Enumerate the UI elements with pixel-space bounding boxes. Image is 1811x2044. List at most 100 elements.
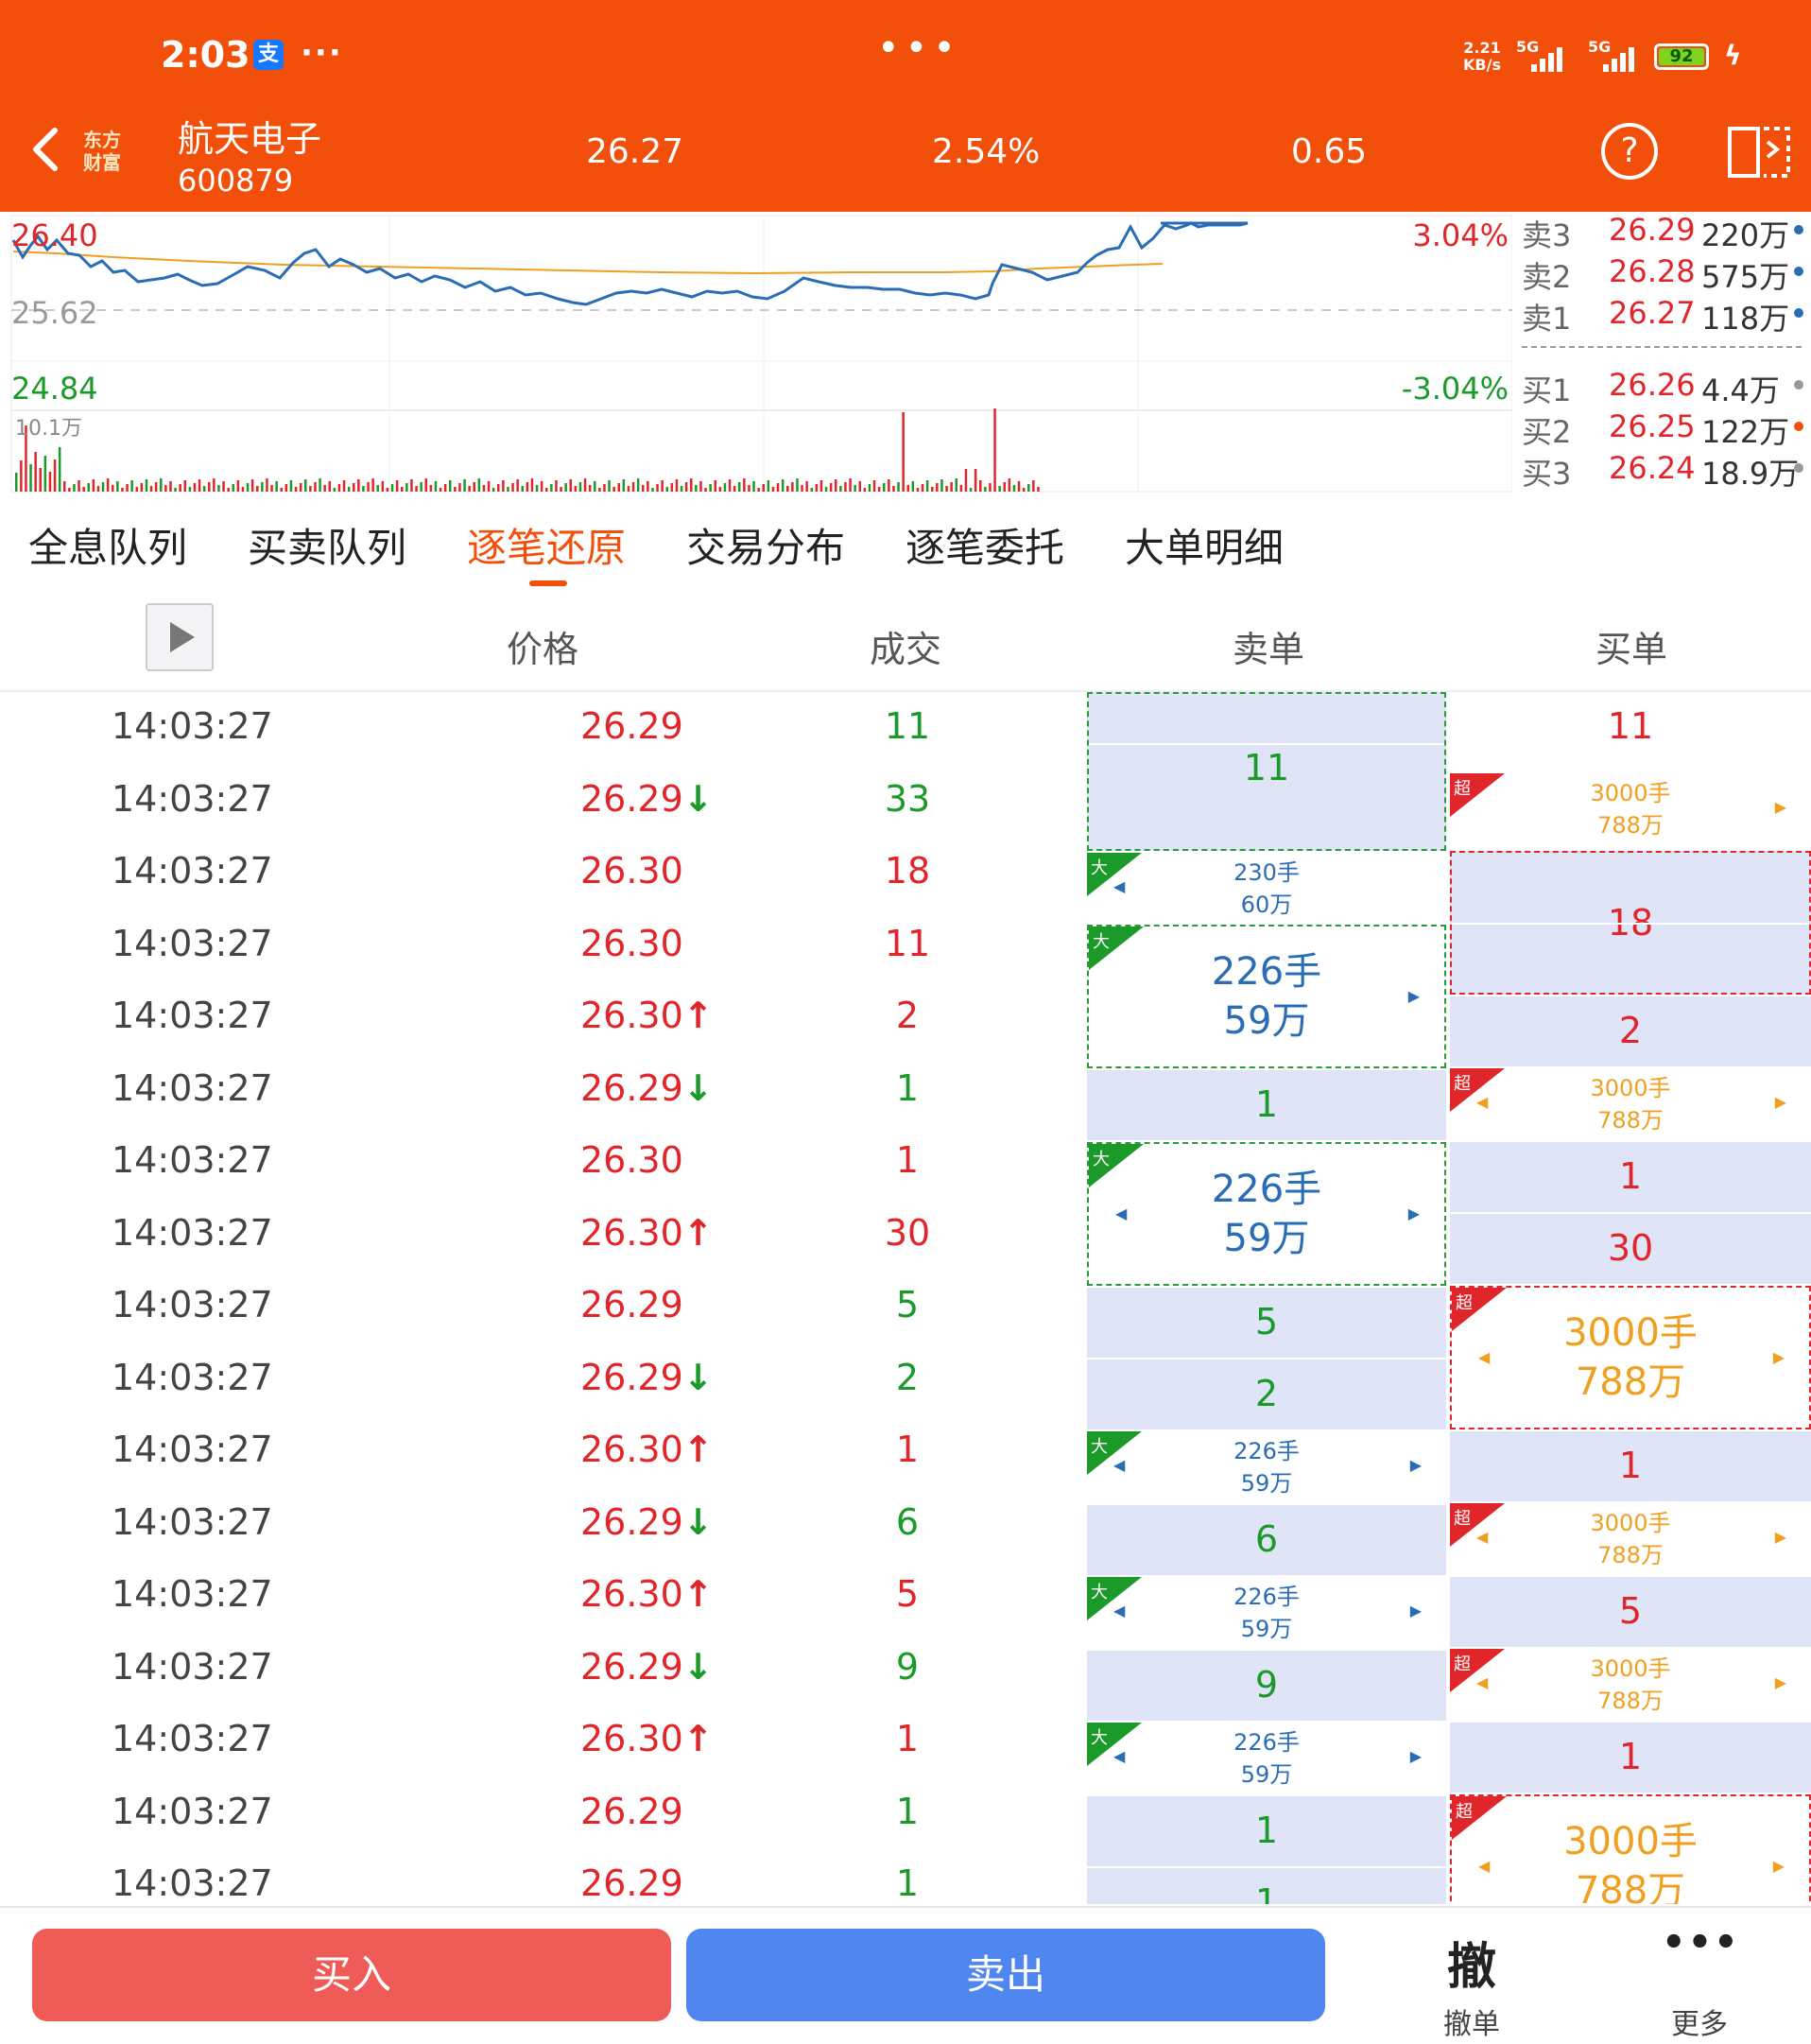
- buy-order[interactable]: 1: [1450, 1142, 1811, 1212]
- cancel-order-label[interactable]: 撤单: [1431, 2001, 1512, 2042]
- down-arrow-icon: ↓: [682, 1066, 714, 1109]
- table-row[interactable]: 14:03:27 26.29↓ 33: [0, 765, 1087, 837]
- buy-order[interactable]: 5: [1450, 1577, 1811, 1647]
- more-label[interactable]: 更多: [1662, 2001, 1737, 2042]
- help-icon[interactable]: ?: [1601, 123, 1658, 180]
- buy-super-order[interactable]: 超 ◀ ▶ 3000手 788万: [1450, 1649, 1811, 1721]
- col-price: 价格: [507, 629, 579, 670]
- buy-button[interactable]: 买入: [32, 1929, 671, 2021]
- buy-super-order[interactable]: 超 ▶ 3000手 788万: [1450, 773, 1811, 845]
- table-row[interactable]: 14:03:27 26.29↓ 9: [0, 1633, 1087, 1705]
- sell-big-order[interactable]: 大 ◀ ▶ 226手 59万: [1087, 1431, 1446, 1503]
- sell-order[interactable]: 1: [1087, 1796, 1446, 1866]
- volume-bar: [217, 485, 220, 492]
- table-row[interactable]: 14:03:27 26.29 11: [0, 692, 1087, 764]
- volume-bar: [940, 479, 943, 492]
- sell-big-order[interactable]: 大 ◀ 230手 60万: [1087, 853, 1446, 925]
- buy-order[interactable]: 1: [1450, 1431, 1811, 1501]
- volume-bar: [160, 478, 163, 492]
- sell-big-order[interactable]: 大 ◀ ▶ 226手 59万: [1087, 1142, 1446, 1286]
- cancel-order-icon[interactable]: 撤: [1439, 1927, 1505, 1998]
- sell-order[interactable]: 6: [1087, 1505, 1446, 1575]
- volume-bar: [169, 481, 172, 492]
- split-screen-icon[interactable]: [1726, 123, 1792, 182]
- buy-super-order[interactable]: 超 ◀ ▶ 3000手 788万: [1450, 1794, 1811, 1904]
- sell-order[interactable]: 1: [1087, 1070, 1446, 1140]
- volume-bar: [227, 488, 230, 492]
- sell-order[interactable]: 9: [1087, 1651, 1446, 1721]
- volume-bar: [998, 486, 1001, 492]
- table-row[interactable]: 14:03:27 26.30↑ 5: [0, 1560, 1087, 1632]
- volume-bar: [386, 488, 389, 492]
- sell-order[interactable]: 1: [1087, 1868, 1446, 1904]
- volume-bar: [921, 484, 924, 492]
- buy-super-order[interactable]: 超 ◀ ▶ 3000手 788万: [1450, 1068, 1811, 1140]
- sell-big-order[interactable]: 大 ◀ ▶ 226手 59万: [1087, 1723, 1446, 1794]
- sell-order[interactable]: 2: [1087, 1360, 1446, 1429]
- volume-bar: [888, 479, 890, 492]
- table-row[interactable]: 14:03:27 26.29↓ 1: [0, 1054, 1087, 1126]
- volume-bar: [617, 483, 620, 492]
- tick-list[interactable]: 14:03:27 26.29 11 14:03:27 26.29↓ 33 14:03:27 2…: [0, 692, 1811, 1904]
- sell-big-order[interactable]: 大 ◀ ▶ 226手 59万: [1087, 1577, 1446, 1649]
- intraday-chart[interactable]: 26.40 25.62 24.84 3.04% -3.04% 10.1万: [0, 212, 1512, 495]
- buy-order[interactable]: 2: [1450, 996, 1811, 1066]
- table-row[interactable]: 14:03:27 26.29↓ 6: [0, 1488, 1087, 1560]
- volume-bar: [101, 482, 105, 492]
- tab-trade-distribution[interactable]: 交易分布: [686, 516, 845, 574]
- tab-tick-restore[interactable]: 逐笔还原: [467, 516, 626, 574]
- more-icon[interactable]: •••: [1662, 1921, 1738, 1965]
- table-row[interactable]: 14:03:27 26.29 5: [0, 1271, 1087, 1342]
- volume-bar: [174, 488, 177, 492]
- trade-price: 26.30↑: [580, 1718, 714, 1759]
- table-row[interactable]: 14:03:27 26.30↑ 2: [0, 981, 1087, 1053]
- volume-bar: [96, 486, 100, 492]
- sell-order-block[interactable]: 11: [1087, 692, 1446, 851]
- volume-bar: [603, 484, 606, 492]
- eastmoney-logo: 东方 财富: [83, 129, 121, 174]
- buy-order[interactable]: 11: [1450, 692, 1811, 762]
- table-row[interactable]: 14:03:27 26.30↑ 30: [0, 1199, 1087, 1271]
- trade-price: 26.30↑: [580, 1573, 714, 1615]
- trade-time: 14:03:27: [112, 777, 273, 820]
- tab-bid-ask-queue[interactable]: 买卖队列: [248, 516, 406, 574]
- buy-super-order[interactable]: 超 ◀ ▶ 3000手 788万: [1450, 1503, 1811, 1575]
- sell-button[interactable]: 卖出: [686, 1929, 1325, 2021]
- table-row[interactable]: 14:03:27 26.29 1: [0, 1849, 1087, 1904]
- volume-bar: [106, 478, 110, 492]
- sell-order[interactable]: 5: [1087, 1288, 1446, 1358]
- buy-order-block[interactable]: 18: [1450, 851, 1811, 995]
- table-row[interactable]: 14:03:27 26.30↑ 1: [0, 1705, 1087, 1776]
- volume-bar: [796, 478, 799, 492]
- volume-bar: [328, 481, 331, 492]
- tab-big-orders[interactable]: 大单明细: [1125, 516, 1284, 574]
- order-book[interactable]: 卖3 26.29 220万 卖2 26.28 575万 卖1 26.27 118…: [1512, 212, 1811, 495]
- trade-time: 14:03:27: [112, 1862, 273, 1904]
- trade-price: 26.29: [580, 1284, 683, 1325]
- window-handle-icon[interactable]: •••: [877, 26, 961, 70]
- table-row[interactable]: 14:03:27 26.30 18: [0, 837, 1087, 909]
- stock-name[interactable]: 航天电子: [178, 110, 321, 162]
- volume-bar: [964, 469, 968, 492]
- table-row[interactable]: 14:03:27 26.29 1: [0, 1777, 1087, 1849]
- sell-big-order[interactable]: 大 ▶ 226手 59万: [1087, 925, 1446, 1068]
- play-button[interactable]: [146, 603, 214, 671]
- table-row[interactable]: 14:03:27 26.30 11: [0, 909, 1087, 981]
- volume-bar: [502, 480, 505, 492]
- buy-super-order[interactable]: 超 ◀ ▶ 3000手 788万: [1450, 1286, 1811, 1429]
- volume-bar: [439, 488, 442, 492]
- tab-tick-orders[interactable]: 逐笔委托: [906, 516, 1064, 574]
- volume-bar: [892, 486, 895, 492]
- buy-order[interactable]: 1: [1450, 1723, 1811, 1793]
- volume-bar: [718, 487, 722, 492]
- trade-volume: 2: [895, 1356, 920, 1398]
- back-icon[interactable]: [21, 121, 78, 178]
- buy-order[interactable]: 30: [1450, 1214, 1811, 1284]
- volume-bar: [458, 483, 461, 492]
- volume-bar: [627, 486, 630, 492]
- tab-full-queue[interactable]: 全息队列: [28, 516, 187, 574]
- table-row[interactable]: 14:03:27 26.30↑ 1: [0, 1415, 1087, 1487]
- table-row[interactable]: 14:03:27 26.29↓ 2: [0, 1343, 1087, 1415]
- volume-bar: [743, 478, 746, 492]
- table-row[interactable]: 14:03:27 26.30 1: [0, 1126, 1087, 1198]
